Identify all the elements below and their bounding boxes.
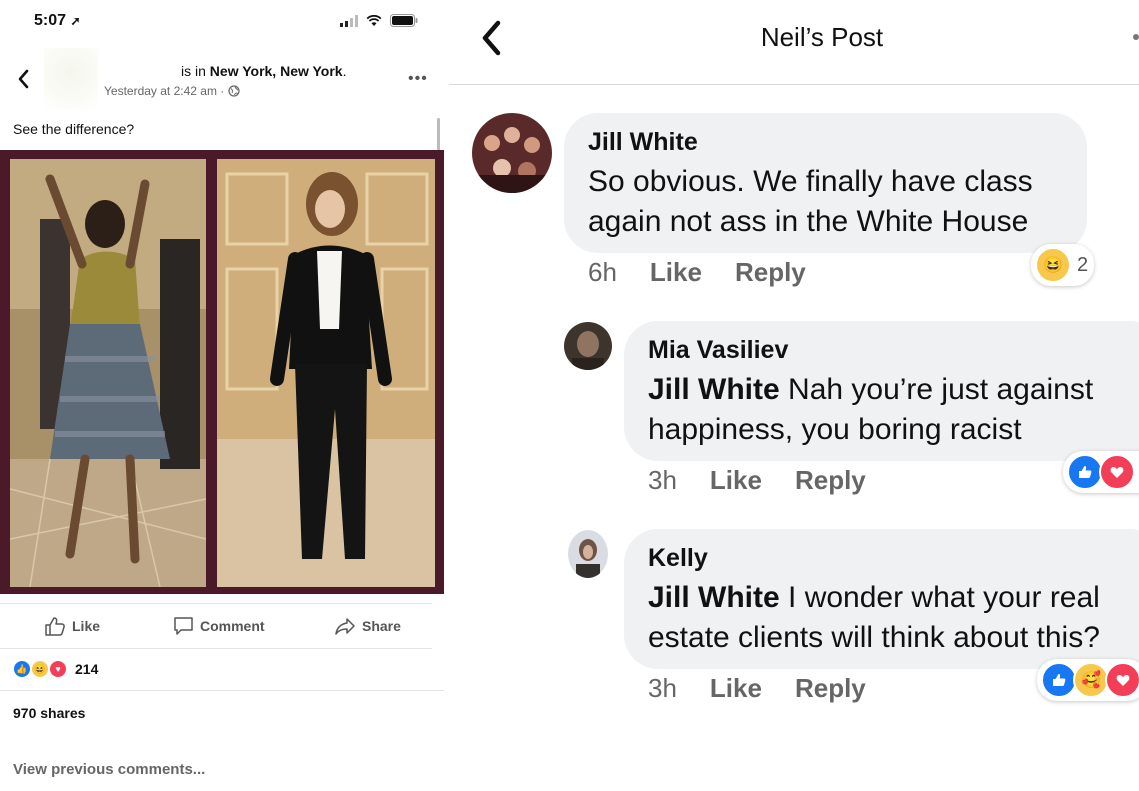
- avatar[interactable]: [568, 530, 608, 578]
- mention-link[interactable]: Jill White: [648, 581, 780, 614]
- comment-button[interactable]: Comment: [173, 616, 265, 636]
- header-divider: [449, 84, 1139, 85]
- location-arrow-icon: ➚: [70, 14, 81, 28]
- photo-left-panel: [10, 159, 206, 587]
- thumbs-up-icon: [45, 617, 65, 636]
- post-location: is in New York, New York.: [181, 63, 347, 79]
- comment-meta: 3h Like Reply: [648, 673, 866, 704]
- reply-button[interactable]: Reply: [795, 673, 866, 704]
- like-button[interactable]: Like: [710, 673, 762, 704]
- haha-reaction-icon: 😆: [31, 660, 49, 678]
- comment-icon: [174, 617, 193, 635]
- comment-meta: 3h Like Reply: [648, 465, 866, 496]
- post-caption: See the difference?: [13, 121, 135, 137]
- view-previous-comments-link[interactable]: View previous comments...: [13, 761, 205, 778]
- like-button[interactable]: Like: [710, 465, 762, 496]
- post-action-bar: Like Comment Share: [0, 603, 432, 649]
- signal-icon: [340, 14, 358, 27]
- reaction-badge[interactable]: 🥰: [1037, 659, 1139, 701]
- comment-text: Jill White Nah you’re just against happi…: [648, 373, 1094, 446]
- avatar[interactable]: [472, 113, 552, 193]
- like-button[interactable]: Like: [44, 616, 100, 636]
- location-link[interactable]: New York, New York: [210, 63, 343, 79]
- haha-reaction-icon: 😆: [1035, 247, 1071, 283]
- reaction-badge[interactable]: 7: [1063, 451, 1139, 493]
- more-options-icon[interactable]: •••: [408, 70, 428, 88]
- reply-button[interactable]: Reply: [735, 257, 806, 288]
- comment-text: So obvious. We finally have class again …: [588, 165, 1033, 238]
- care-reaction-icon: 🥰: [1073, 662, 1109, 698]
- share-button[interactable]: Share: [334, 616, 401, 636]
- back-button[interactable]: [16, 68, 30, 96]
- poster-avatar[interactable]: [44, 48, 98, 110]
- comment-time: 3h: [648, 465, 677, 495]
- like-reaction-icon: [1067, 454, 1103, 490]
- comment-author[interactable]: Kelly: [648, 544, 708, 573]
- divider: [0, 690, 444, 691]
- comment-author[interactable]: Mia Vasiliev: [648, 336, 788, 365]
- share-count[interactable]: 970 shares: [13, 705, 85, 721]
- comment-time: 3h: [648, 673, 677, 703]
- chevron-left-icon: [18, 69, 29, 89]
- reply-button[interactable]: Reply: [795, 465, 866, 496]
- post-panel: 5:07 ➚ is in New York, New York. Yesterd…: [0, 0, 449, 791]
- love-reaction-icon: [1099, 454, 1135, 490]
- more-options-icon[interactable]: [1133, 34, 1139, 40]
- reaction-summary[interactable]: 👍 😆 ♥ 214: [13, 660, 98, 678]
- status-icons: [340, 14, 418, 27]
- scrollbar[interactable]: [437, 118, 440, 152]
- photo-right-panel: [217, 159, 435, 587]
- love-reaction-icon: ♥: [49, 660, 67, 678]
- comment-time: 6h: [588, 257, 617, 287]
- post-timestamp: Yesterday at 2:42 am ·: [104, 84, 240, 98]
- like-reaction-icon: 👍: [13, 660, 31, 678]
- reaction-count: 214: [75, 661, 99, 677]
- comments-panel: Neil’s Post Jill White So obvious. We fi…: [449, 0, 1139, 791]
- page-title: Neil’s Post: [760, 22, 884, 52]
- mention-link[interactable]: Jill White: [648, 373, 780, 406]
- wifi-icon: [366, 14, 382, 27]
- love-reaction-icon: [1105, 662, 1139, 698]
- reaction-badge[interactable]: 😆 2: [1031, 244, 1095, 286]
- post-photo[interactable]: [0, 150, 444, 594]
- battery-icon: [390, 14, 418, 27]
- avatar[interactable]: [564, 322, 612, 370]
- like-reaction-icon: [1041, 662, 1077, 698]
- comment-author[interactable]: Jill White: [588, 128, 698, 157]
- like-button[interactable]: Like: [650, 257, 702, 288]
- comment-meta: 6h Like Reply: [588, 257, 806, 288]
- share-arrow-icon: [335, 618, 355, 635]
- globe-icon: [228, 85, 240, 97]
- comment-text: Jill White I wonder what your real estat…: [648, 581, 1100, 654]
- status-time: 5:07 ➚: [34, 12, 81, 29]
